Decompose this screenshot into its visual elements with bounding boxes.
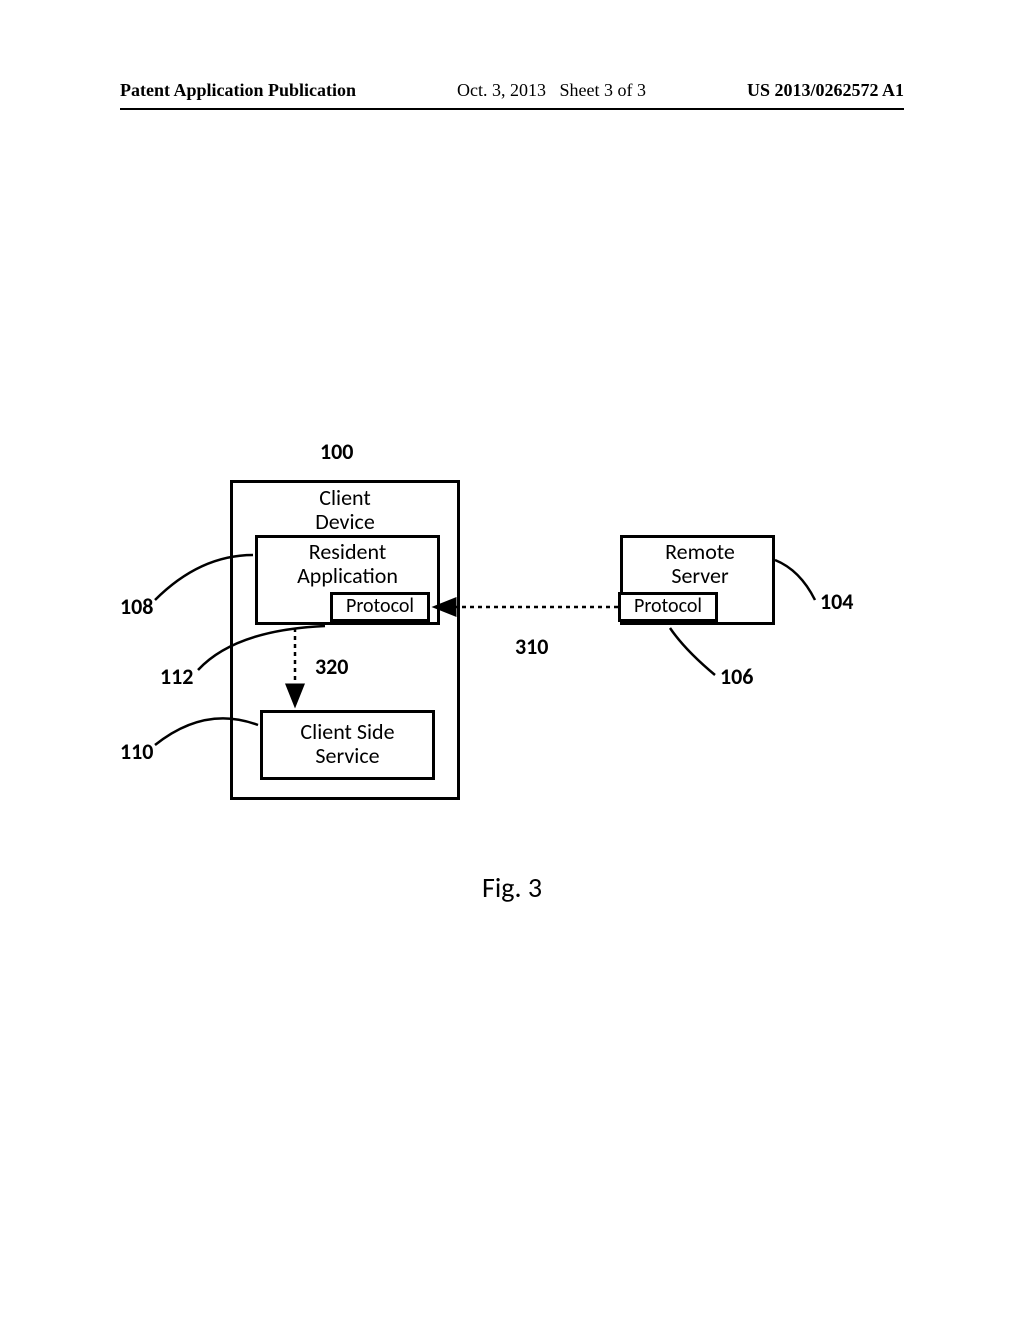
client-side-service-label: Client Side Service (260, 720, 435, 768)
ref-108: 108 (120, 595, 153, 619)
figure-diagram: 100 Client Device Resident Application P… (120, 440, 904, 940)
ref-310: 310 (515, 635, 548, 659)
client-device-label: Client Device (290, 486, 400, 534)
protocol-right-label: Protocol (618, 595, 718, 617)
publication-label: Patent Application Publication (120, 80, 356, 101)
protocol-left-label: Protocol (330, 595, 430, 617)
figure-caption: Fig. 3 (0, 870, 1024, 905)
header-rule (120, 108, 904, 110)
ref-106: 106 (720, 665, 753, 689)
ref-100: 100 (320, 440, 353, 464)
ref-112: 112 (160, 665, 193, 689)
resident-application-label: Resident Application (270, 540, 425, 588)
ref-320: 320 (315, 655, 348, 679)
publication-number: US 2013/0262572 A1 (747, 80, 904, 101)
remote-server-label: Remote Server (640, 540, 760, 588)
page-header: Patent Application Publication Oct. 3, 2… (0, 80, 1024, 101)
ref-110: 110 (120, 740, 153, 764)
date-sheet-label: Oct. 3, 2013 Sheet 3 of 3 (457, 80, 646, 101)
ref-104: 104 (820, 590, 853, 614)
